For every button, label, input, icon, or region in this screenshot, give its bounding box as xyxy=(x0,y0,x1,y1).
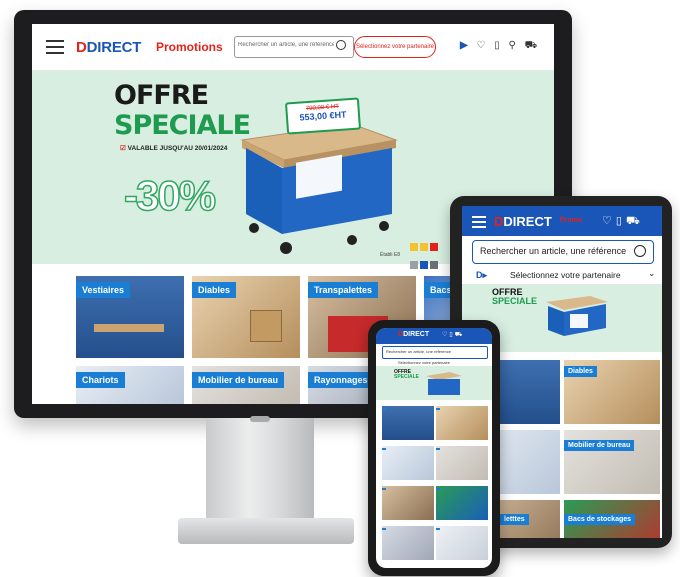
clipboard-icon[interactable]: ▯ xyxy=(494,40,503,51)
swatch[interactable] xyxy=(410,261,418,269)
category-tile[interactable] xyxy=(382,446,434,480)
hero-validity-text: VALABLE JUSQU'AU 20/01/2024 xyxy=(127,145,228,152)
category-tile[interactable] xyxy=(436,446,488,480)
category-label: letttes xyxy=(500,514,529,525)
clipboard-icon[interactable]: ▯ xyxy=(616,215,626,227)
category-label: Transpalettes xyxy=(308,282,379,298)
swatch[interactable] xyxy=(430,261,438,269)
workbench-image xyxy=(240,123,398,254)
category-label: Chariots xyxy=(76,372,125,388)
category-tile-bacs[interactable]: Bacs de stockages xyxy=(564,500,660,538)
category-label: Diables xyxy=(564,366,597,377)
brand-arrow-icon: ▶ xyxy=(460,40,471,51)
category-label: Rayonnages xyxy=(308,372,374,388)
user-icon[interactable]: ⚲ xyxy=(509,40,519,51)
category-tile-vestiaires[interactable]: Vestiaires xyxy=(76,276,184,358)
monitor-stand-hole xyxy=(250,416,270,422)
swatch[interactable] xyxy=(430,243,438,251)
category-tile-chariots[interactable]: Chariots xyxy=(76,366,184,404)
hero-discount: -30% xyxy=(123,171,217,220)
monitor-stand-base xyxy=(178,518,354,544)
monitor-stand xyxy=(206,418,314,526)
category-label xyxy=(382,408,386,410)
workbench-image xyxy=(546,296,608,336)
swatch[interactable] xyxy=(410,243,418,251)
header-icon-group: ♡▯⛟ xyxy=(602,214,644,229)
cart-icon[interactable]: ⛟ xyxy=(455,332,465,338)
swatch-label: Établi E8 xyxy=(380,252,401,258)
cart-icon[interactable]: ⛟ xyxy=(626,215,644,227)
promotions-link[interactable]: Promo xyxy=(560,217,582,224)
hero-title-line2: SPECIALE xyxy=(492,296,538,306)
search-placeholder: Rechercher un article, une référence xyxy=(386,349,451,354)
search-placeholder: Rechercher un article, une référence xyxy=(238,42,334,48)
logo-text: DIRECT xyxy=(403,331,430,338)
header-icon-group: ▶ ♡ ▯ ⚲ ⛟ xyxy=(460,40,540,53)
brand-arrow-icon: D▸ xyxy=(476,270,488,280)
logo-text: DIRECT xyxy=(86,39,142,56)
hamburger-menu-icon[interactable] xyxy=(472,216,486,231)
category-tile-mobilier[interactable]: Mobilier de bureau xyxy=(192,366,300,404)
header-icon-group: ♡▯⛟ xyxy=(442,331,464,339)
hero-title-line2: SPECIALE xyxy=(114,110,251,141)
check-icon: ☑ xyxy=(120,145,128,152)
category-label xyxy=(382,528,386,530)
hero-validity: ☑ VALABLE JUSQU'AU 20/01/2024 xyxy=(120,144,227,152)
category-label: Mobilier de bureau xyxy=(192,372,285,388)
category-label xyxy=(436,408,440,410)
hamburger-menu-icon[interactable] xyxy=(46,40,64,54)
category-tile[interactable] xyxy=(436,486,488,520)
swatch[interactable] xyxy=(420,261,428,269)
hero-title-line1: OFFRE xyxy=(114,80,209,111)
category-tile[interactable] xyxy=(436,406,488,440)
search-icon[interactable] xyxy=(634,245,646,257)
site-logo[interactable]: DDIRECT xyxy=(494,214,552,229)
partner-selector[interactable]: Sélectionnez votre partenaire xyxy=(510,270,621,280)
phone-screen: DDIRECT ♡▯⛟ Rechercher un article, une r… xyxy=(376,328,492,568)
select-partner-button[interactable]: Sélectionnez votre partenaire xyxy=(354,36,436,58)
logo-text: DIRECT xyxy=(503,214,552,229)
search-icon[interactable] xyxy=(336,40,346,50)
phone-header xyxy=(376,328,492,344)
swatch[interactable] xyxy=(420,243,428,251)
site-logo[interactable]: DDIRECT xyxy=(398,331,429,338)
price-tag: 790,00 € HT 553,00 €HT xyxy=(284,97,362,135)
select-partner-label: Sélectionnez votre partenaire xyxy=(355,44,435,50)
heart-icon[interactable]: ♡ xyxy=(476,40,488,51)
category-label xyxy=(436,488,440,490)
category-label: Vestiaires xyxy=(76,282,131,298)
bench-shape xyxy=(94,324,164,332)
category-tile[interactable] xyxy=(382,486,434,520)
workbench-image xyxy=(426,372,462,395)
promotions-link[interactable]: Promotions xyxy=(156,40,223,54)
logo-mark: D xyxy=(76,39,87,56)
category-tile[interactable] xyxy=(382,526,434,560)
category-label xyxy=(382,488,386,490)
category-label: Mobilier de bureau xyxy=(564,440,635,451)
hero-title-line2: SPECIALE xyxy=(394,374,420,380)
color-swatches xyxy=(410,238,440,274)
category-tile[interactable] xyxy=(436,526,488,560)
cart-icon[interactable]: ⛟ xyxy=(525,40,541,51)
chevron-down-icon[interactable]: ⌄ xyxy=(648,268,656,279)
search-placeholder: Rechercher un article, une référence xyxy=(480,246,627,256)
category-label xyxy=(436,528,440,530)
category-tile[interactable] xyxy=(382,406,434,440)
category-tile-diables[interactable]: Diables xyxy=(192,276,300,358)
category-tile-mobilier[interactable]: Mobilier de bureau xyxy=(564,430,660,494)
partner-selector[interactable]: Sélectionnez votre partenaire xyxy=(398,360,450,365)
category-label: Diables xyxy=(192,282,237,298)
category-label xyxy=(436,448,440,450)
site-logo[interactable]: DDIRECT xyxy=(76,39,141,56)
logo-mark: D xyxy=(494,214,504,229)
category-label xyxy=(382,448,386,450)
category-tile-diables[interactable]: Diables xyxy=(564,360,660,424)
box-shape xyxy=(250,310,282,342)
heart-icon[interactable]: ♡ xyxy=(602,215,616,227)
category-label: Bacs de stockages xyxy=(564,514,636,525)
